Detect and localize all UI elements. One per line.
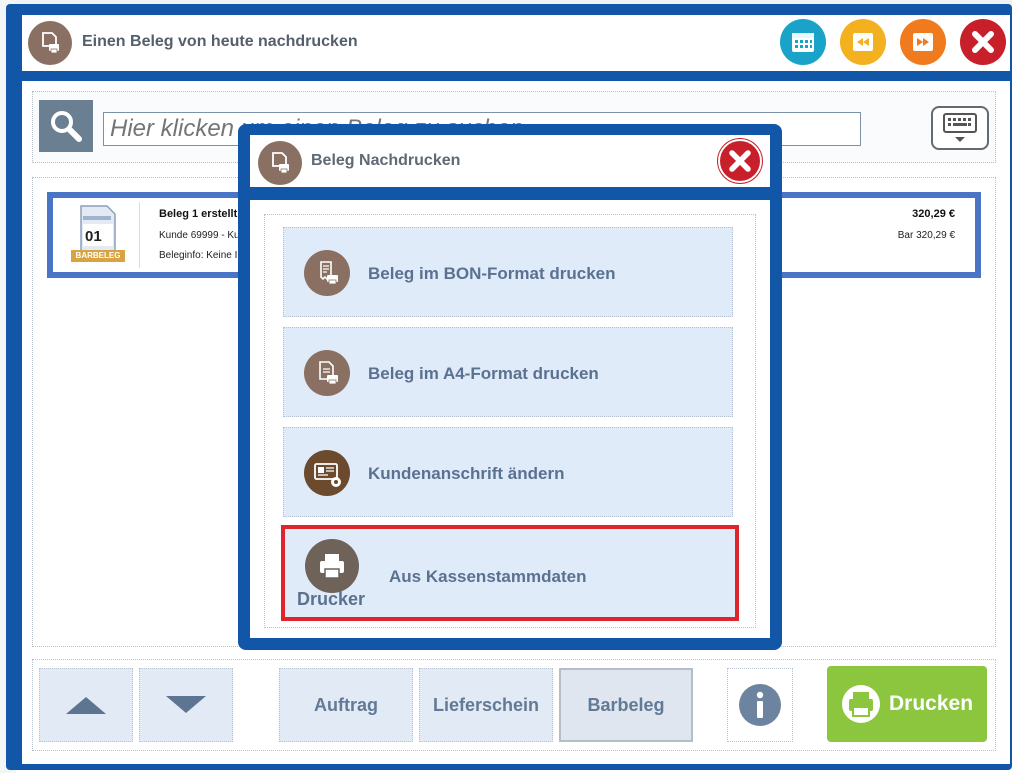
fast-forward-icon [913, 33, 933, 51]
doc-number: 01 [85, 228, 102, 245]
arrow-up-icon [66, 697, 106, 714]
printer-icon [841, 685, 880, 723]
calendar-icon [792, 33, 814, 52]
info-button[interactable] [727, 668, 793, 742]
print-button-label: Drucken [888, 692, 974, 715]
option-label: Beleg im BON-Format drucken [368, 264, 616, 283]
option-sublabel: Drucker [297, 589, 366, 609]
close-icon [729, 150, 751, 172]
cash-receipt-document-icon: 01 BARBELEG [67, 204, 125, 268]
window-titlebar: Einen Beleg von heute nachdrucken [22, 15, 1010, 71]
close-icon [972, 31, 994, 53]
barbeleg-badge: BARBELEG [71, 250, 125, 262]
option-label: Kundenanschrift ändern [368, 464, 565, 483]
bottom-toolbar: Auftrag Lieferschein Barbeleg Drucken [32, 659, 996, 751]
printer-icon [305, 539, 359, 593]
scroll-up-button[interactable] [39, 668, 133, 742]
option-label: Beleg im A4-Format drucken [368, 364, 599, 383]
reprint-dialog: Beleg Nachdrucken Beleg im BON-Format dr… [238, 124, 782, 650]
dialog-header: Beleg Nachdrucken [250, 135, 770, 187]
next-day-button[interactable] [900, 19, 946, 65]
dialog-body: Beleg im BON-Format drucken Beleg im A4-… [250, 200, 770, 638]
reprint-document-icon [258, 141, 302, 185]
keyboard-button[interactable] [931, 106, 989, 150]
lieferschein-button[interactable]: Lieferschein [419, 668, 553, 742]
auftrag-button[interactable]: Auftrag [279, 668, 413, 742]
option-change-address[interactable]: Kundenanschrift ändern [283, 427, 733, 517]
option-bon-format[interactable]: Beleg im BON-Format drucken [283, 227, 733, 317]
search-icon [51, 111, 82, 142]
receipt-title: Beleg 1 erstellt [159, 208, 238, 220]
window-title: Einen Beleg von heute nachdrucken [82, 33, 358, 50]
previous-day-button[interactable] [840, 19, 886, 65]
reprint-document-icon [28, 21, 72, 65]
rewind-icon [853, 33, 873, 51]
scroll-down-button[interactable] [139, 668, 233, 742]
receipt-printer-icon [304, 250, 350, 296]
receipt-payment: Bar 320,29 € [897, 230, 955, 241]
window-close-button[interactable] [960, 19, 1006, 65]
option-label: Aus Kassenstammdaten [389, 567, 587, 586]
dialog-options: Beleg im BON-Format drucken Beleg im A4-… [264, 214, 756, 628]
option-a4-format[interactable]: Beleg im A4-Format drucken [283, 327, 733, 417]
keyboard-icon [943, 113, 977, 142]
calendar-button[interactable] [780, 19, 826, 65]
option-kassenstammdaten[interactable]: Aus Kassenstammdaten Drucker [281, 525, 739, 621]
address-card-icon [304, 450, 350, 496]
card-divider [139, 202, 140, 268]
search-button[interactable] [39, 100, 93, 152]
receipt-customer: Kunde 69999 - Ku [159, 230, 240, 241]
barbeleg-button[interactable]: Barbeleg [559, 668, 693, 742]
dialog-title: Beleg Nachdrucken [311, 152, 461, 169]
arrow-down-icon [166, 696, 206, 713]
info-icon [739, 684, 781, 726]
receipt-amount: 320,29 € [912, 208, 955, 220]
dialog-close-button[interactable] [718, 139, 762, 183]
print-button[interactable]: Drucken [827, 666, 987, 742]
receipt-info: Beleginfo: Keine I [159, 250, 238, 261]
document-printer-icon [304, 350, 350, 396]
